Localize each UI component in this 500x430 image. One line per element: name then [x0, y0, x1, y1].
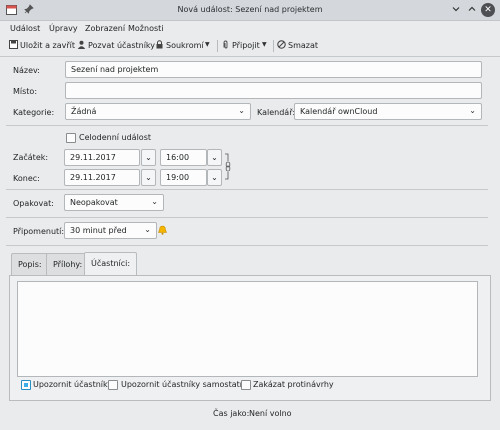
chevron-up-icon[interactable]	[466, 4, 478, 16]
tab-attachments-label: Přílohy:	[53, 260, 83, 269]
private-button[interactable]: Soukromí	[155, 40, 204, 51]
chevron-down-icon: ⌄	[145, 153, 152, 162]
window-title: Nová událost: Sezení nad projektem	[177, 5, 323, 14]
start-time-field[interactable]: 16:00	[160, 149, 207, 166]
close-icon[interactable]: ✕	[481, 3, 495, 17]
notify-self-label: Upozornit účastníky samostatně	[121, 380, 250, 389]
chevron-down-icon: ⌄	[238, 106, 245, 115]
attendees-list[interactable]	[17, 281, 478, 377]
save-icon	[9, 40, 18, 51]
reminder-select[interactable]: 30 minut před ⌄	[64, 222, 157, 239]
divider	[6, 245, 488, 246]
toolbar: Uložit a zavřít Pozvat účastníky Soukrom…	[0, 37, 500, 55]
tab-attendees[interactable]: Účastníci:	[84, 252, 138, 276]
toolbar-separator	[217, 40, 218, 52]
reminder-value: 30 minut před	[70, 226, 127, 235]
attach-label: Připojit	[232, 41, 260, 50]
attach-button[interactable]: Připojit	[221, 40, 260, 51]
start-time-dropdown[interactable]: ⌄	[207, 149, 222, 166]
all-day-checkbox[interactable]	[66, 133, 76, 143]
delete-button[interactable]: Smazat	[277, 40, 318, 51]
calendar-value: Kalendář ownCloud	[300, 107, 378, 116]
private-label: Soukromí	[166, 41, 204, 50]
chevron-down-icon: ⌄	[151, 197, 158, 206]
forbid-counter-checkbox[interactable]	[241, 380, 251, 390]
chevron-down-icon: ⌄	[211, 173, 218, 182]
paperclip-icon	[221, 40, 230, 51]
save-close-button[interactable]: Uložit a zavřít	[9, 40, 75, 51]
toolbar-separator	[273, 40, 274, 52]
menu-udalost[interactable]: Událost	[10, 24, 40, 33]
title-bar[interactable]: Nová událost: Sezení nad projektem ✕	[0, 0, 500, 21]
menu-bar: Událost Úpravy Zobrazení Možnosti	[0, 21, 500, 37]
menu-moznosti[interactable]: Možnosti	[128, 24, 164, 33]
calendar-select[interactable]: Kalendář ownCloud ⌄	[294, 103, 482, 120]
bell-icon[interactable]	[158, 225, 167, 237]
show-as-label: Čas jako:	[213, 409, 250, 418]
end-date-field[interactable]: 29.11.2017	[64, 169, 140, 186]
repeat-label: Opakovat:	[13, 199, 54, 208]
end-date-dropdown[interactable]: ⌄	[141, 169, 156, 186]
save-close-label: Uložit a zavřít	[20, 41, 76, 50]
start-date-field[interactable]: 29.11.2017	[64, 149, 140, 166]
chevron-down-icon[interactable]	[450, 4, 462, 16]
delete-label: Smazat	[288, 41, 319, 50]
attach-dropdown-icon[interactable]: ▼	[262, 41, 267, 48]
cancel-icon	[277, 40, 286, 51]
notify-label: Upozornit účastníky	[33, 380, 113, 389]
show-as-value: Není volno	[249, 409, 292, 418]
repeat-select[interactable]: Neopakovat ⌄	[64, 194, 164, 211]
tab-attachments[interactable]: Přílohy:	[46, 253, 90, 275]
start-label: Začátek:	[13, 153, 49, 162]
end-time-field[interactable]: 19:00	[160, 169, 207, 186]
tab-description[interactable]: Popis:	[11, 253, 49, 275]
divider	[6, 189, 488, 190]
repeat-value: Neopakovat	[70, 198, 118, 207]
name-label: Název:	[13, 66, 40, 75]
invite-button[interactable]: Pozvat účastníky	[77, 40, 155, 51]
chevron-down-icon: ⌄	[145, 173, 152, 182]
tab-description-label: Popis:	[18, 260, 42, 269]
private-dropdown-icon[interactable]: ▼	[205, 41, 210, 48]
menu-zobrazeni[interactable]: Zobrazení	[85, 24, 125, 33]
invite-label: Pozvat účastníky	[88, 41, 155, 50]
place-field[interactable]	[65, 82, 482, 99]
notify-checkbox[interactable]	[21, 380, 31, 390]
category-label: Kategorie:	[13, 108, 55, 117]
end-time-dropdown[interactable]: ⌄	[207, 169, 222, 186]
reminder-label: Připomenutí:	[13, 227, 65, 236]
menu-upravy[interactable]: Úpravy	[49, 24, 78, 33]
category-select[interactable]: Žádná ⌄	[65, 103, 251, 120]
tab-attendees-label: Účastníci:	[91, 259, 131, 268]
place-label: Místo:	[13, 87, 38, 96]
start-date-dropdown[interactable]: ⌄	[141, 149, 156, 166]
user-icon	[77, 40, 86, 51]
name-field[interactable]: Sezení nad projektem	[65, 61, 482, 78]
all-day-label: Celodenní událost	[79, 133, 152, 142]
calendar-label: Kalendář:	[257, 108, 296, 117]
lock-icon	[155, 40, 164, 51]
notify-self-checkbox[interactable]	[108, 380, 118, 390]
divider	[6, 217, 488, 218]
divider	[6, 125, 488, 126]
forbid-counter-label: Zakázat protinávrhy	[253, 380, 334, 389]
chevron-down-icon: ⌄	[144, 225, 151, 234]
chevron-down-icon: ⌄	[469, 106, 476, 115]
category-value: Žádná	[71, 107, 97, 116]
chevron-down-icon: ⌄	[211, 153, 218, 162]
divider	[0, 56, 500, 57]
end-label: Konec:	[13, 174, 40, 183]
link-times-icon[interactable]	[224, 152, 232, 184]
